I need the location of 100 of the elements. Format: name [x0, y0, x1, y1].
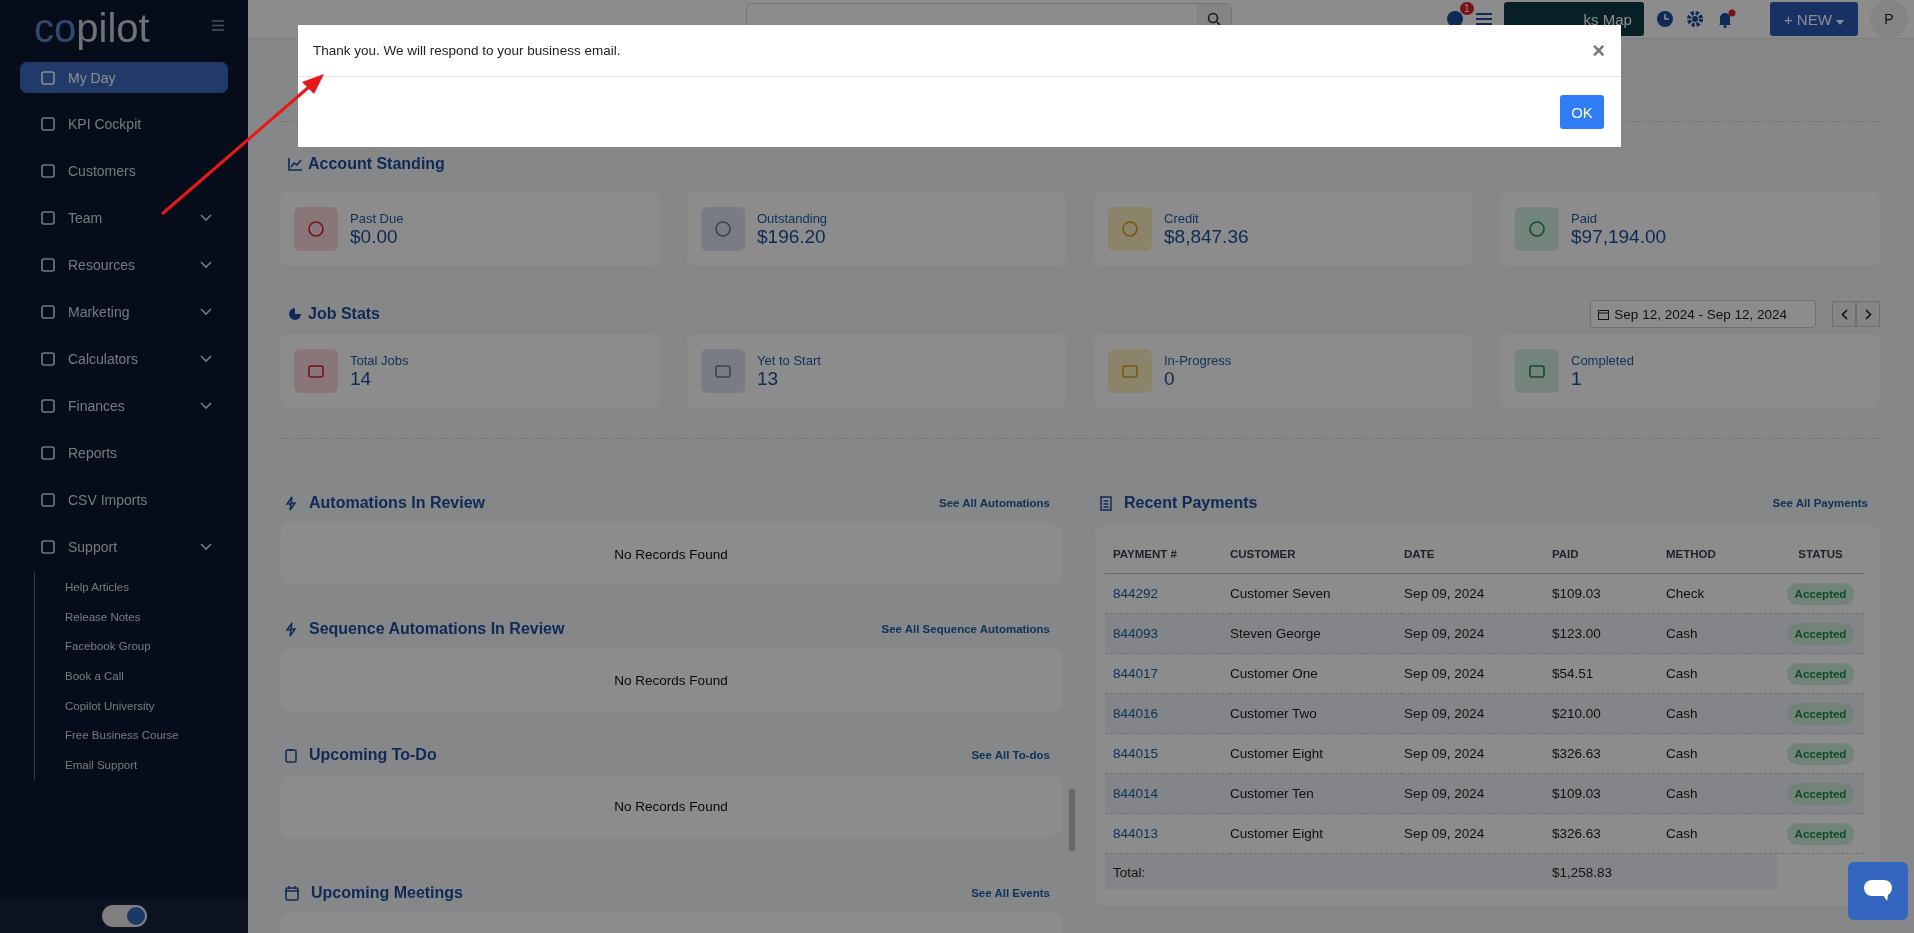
payment-link[interactable]: 844016 — [1113, 706, 1159, 721]
table-cell: $326.63 — [1552, 826, 1601, 841]
table-cell: Customer Seven — [1230, 586, 1331, 601]
chat-button[interactable] — [1848, 862, 1908, 920]
avatar[interactable]: P — [1870, 0, 1908, 38]
panel-title: Automations In Review — [309, 494, 486, 512]
submenu-link[interactable]: Email Support — [65, 750, 248, 780]
sidebar-item[interactable]: Marketing — [20, 296, 228, 327]
column-header: METHOD — [1665, 535, 1777, 574]
sidebar-item[interactable]: Resources — [20, 249, 228, 280]
table-cell: Steven George — [1230, 626, 1321, 641]
close-button[interactable]: × — [1588, 37, 1609, 64]
total-label: Total: — [1113, 864, 1146, 880]
column-header: CUSTOMER — [1229, 535, 1403, 574]
submenu-link[interactable]: Book a Call — [65, 661, 248, 691]
stat-label: Credit — [1164, 210, 1200, 226]
payment-link[interactable]: 844015 — [1113, 746, 1159, 761]
receipt-icon — [1100, 495, 1112, 511]
stat-icon — [1121, 362, 1139, 380]
status-badge: Accepted — [1786, 662, 1855, 685]
stat-icon — [1528, 220, 1546, 238]
chevron-down-icon — [200, 401, 212, 410]
see-all-link[interactable]: See All Automations — [939, 497, 1050, 509]
table-cell: $109.03 — [1552, 586, 1601, 601]
stat-label: Outstanding — [757, 210, 828, 226]
stat-label: Yet to Start — [757, 352, 821, 368]
new-button[interactable]: + NEW — [1769, 2, 1858, 36]
menu-item-icon — [40, 538, 56, 555]
date-range-field[interactable]: Sep 12, 2024 - Sep 12, 2024 — [1590, 300, 1816, 328]
table-cell: Cash — [1666, 826, 1698, 841]
list-icon[interactable] — [1475, 12, 1492, 26]
submenu-link[interactable]: Facebook Group — [65, 631, 248, 662]
sidebar-item[interactable]: Team — [20, 202, 228, 233]
menu-item-icon — [40, 444, 56, 461]
status-badge: Accepted — [1786, 822, 1855, 845]
see-all-link[interactable]: See All Sequence Automations — [881, 623, 1050, 635]
next-button[interactable] — [1856, 301, 1880, 327]
payment-link[interactable]: 844013 — [1113, 826, 1159, 841]
status-badge: Accepted — [1786, 582, 1855, 605]
sidebar-item[interactable]: Calculators — [20, 343, 228, 374]
see-all-link[interactable]: See All To-dos — [971, 749, 1050, 761]
chevron-down-icon — [200, 213, 212, 222]
table-cell: Sep 09, 2024 — [1404, 666, 1485, 681]
submenu-link[interactable]: Free Business Course — [65, 720, 248, 751]
clock-icon[interactable] — [1655, 10, 1674, 28]
submenu-link[interactable]: Copilot University — [65, 690, 248, 721]
see-all-link[interactable]: See All Payments — [1772, 497, 1868, 509]
stat-label: Total Jobs — [350, 352, 409, 368]
settings-icon[interactable] — [1685, 10, 1704, 28]
column-header: PAYMENT # — [1105, 535, 1229, 574]
stat-label: Past Due — [350, 210, 404, 226]
table-cell: $326.63 — [1552, 746, 1601, 761]
dialog-message: Thank you. We will respond to your business email. — [313, 43, 621, 58]
sidebar-item[interactable]: Support — [20, 531, 228, 562]
chevron-down-icon — [200, 354, 212, 363]
menu-item-icon — [40, 303, 56, 320]
status-badge: Accepted — [1786, 782, 1855, 805]
status-badge: Accepted — [1786, 622, 1855, 645]
menu-item-icon — [40, 69, 56, 86]
calendar-icon — [1598, 308, 1610, 320]
table-cell: Cash — [1666, 706, 1698, 721]
sidebar-item[interactable]: Reports — [20, 437, 228, 468]
payment-link[interactable]: 844093 — [1113, 626, 1159, 641]
payment-link[interactable]: 844014 — [1113, 786, 1159, 801]
see-all-link[interactable]: See All Events — [971, 887, 1050, 899]
menu-item-icon — [40, 209, 56, 226]
table-cell: Sep 09, 2024 — [1404, 746, 1485, 761]
user-circle-icon[interactable] — [1445, 10, 1464, 28]
menu-item-icon — [40, 397, 56, 414]
panel-title: Recent Payments — [1124, 494, 1258, 512]
menu-item-icon — [40, 491, 56, 508]
table-cell: Sep 09, 2024 — [1404, 826, 1485, 841]
ok-button[interactable]: OK — [1560, 95, 1604, 129]
payment-link[interactable]: 844017 — [1113, 666, 1159, 681]
sidebar-item[interactable]: KPI Cockpit — [20, 108, 228, 139]
sidebar-item[interactable]: My Day — [20, 62, 228, 93]
table-cell: $109.03 — [1552, 786, 1601, 801]
sidebar-item[interactable]: CSV Imports — [20, 484, 228, 515]
table-cell: Cash — [1666, 746, 1698, 761]
submenu-link[interactable]: Release Notes — [65, 601, 248, 632]
submenu-link[interactable]: Help Articles — [65, 572, 248, 602]
table-cell: Sep 09, 2024 — [1404, 786, 1485, 801]
menu-icon[interactable] — [212, 20, 224, 31]
empty-message: No Records Found — [614, 672, 728, 688]
clipboard-icon — [285, 747, 297, 763]
sidebar-item[interactable]: Customers — [20, 155, 228, 186]
sidebar-item[interactable]: Finances — [20, 390, 228, 421]
table-cell: Sep 09, 2024 — [1404, 626, 1485, 641]
calendar-icon — [285, 885, 299, 901]
table-cell: Customer Eight — [1230, 746, 1324, 761]
total-value: $1,258.83 — [1552, 864, 1613, 880]
stat-value: 13 — [757, 367, 780, 390]
table-cell: Cash — [1666, 626, 1698, 641]
stat-icon — [1528, 362, 1546, 380]
stat-icon — [1121, 220, 1139, 238]
pie-chart-icon — [288, 307, 302, 321]
panel-title: Upcoming Meetings — [311, 884, 463, 902]
previous-button[interactable] — [1832, 301, 1856, 327]
theme-toggle[interactable] — [101, 905, 147, 927]
payment-link[interactable]: 844292 — [1113, 586, 1159, 601]
